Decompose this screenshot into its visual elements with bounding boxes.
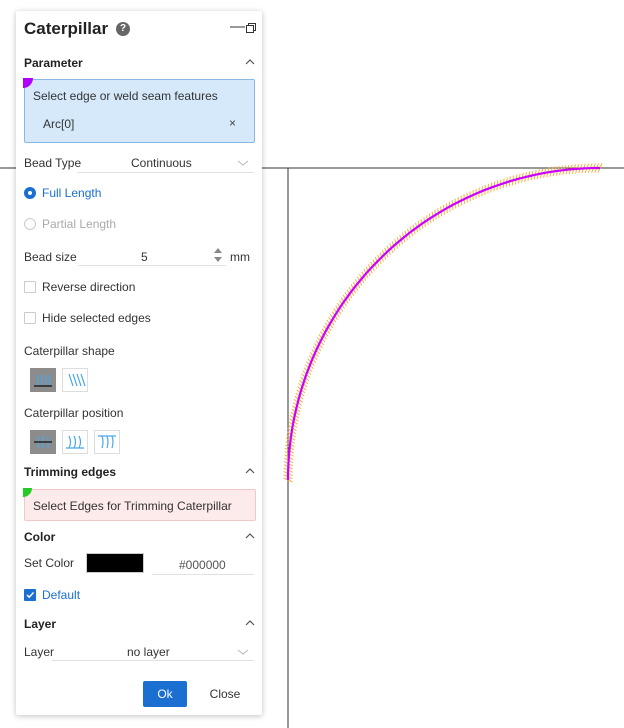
trimming-color-marker [23,488,32,497]
color-section-header[interactable]: Color [24,530,256,548]
parameter-section-title: Parameter [24,56,83,70]
chevron-up-icon[interactable] [244,617,256,629]
restore-window-icon[interactable] [246,23,256,33]
bead-size-unit: mm [230,250,250,264]
bead-type-underline [78,172,254,173]
full-length-radio[interactable] [24,187,36,199]
chevron-up-icon[interactable] [244,56,256,68]
parameter-section-header[interactable]: Parameter [24,56,256,74]
position-left-icon [66,435,84,449]
minimize-icon[interactable]: — [230,18,245,35]
position-left-button[interactable] [62,430,88,454]
ok-button[interactable]: Ok [143,681,187,707]
default-color-label[interactable]: Default [42,588,80,602]
bead-type-label: Bead Type [24,156,82,170]
shape-straight-icon [34,374,52,387]
panel-title: Caterpillar [24,19,109,38]
layer-dropdown[interactable]: no layer [127,645,170,659]
panel-header: Caterpillar ? — [24,17,256,41]
selected-arc-edge[interactable] [286,166,600,480]
reverse-direction-checkbox[interactable] [24,281,36,293]
color-hex-underline [152,574,254,575]
layer-section-title: Layer [24,617,57,631]
shape-slanted-icon [68,373,86,387]
bead-size-label: Bead size [24,250,77,264]
chevron-up-icon[interactable] [244,530,256,542]
reverse-direction-label[interactable]: Reverse direction [42,280,135,294]
layer-underline [52,660,254,661]
partial-length-radio[interactable] [24,218,36,230]
edge-selection-box[interactable]: Select edge or weld seam features Arc[0]… [23,78,255,143]
position-right-icon [98,435,116,449]
selection-color-marker [23,78,33,88]
caterpillar-position-label: Caterpillar position [24,406,124,420]
hide-selected-edges-checkbox[interactable] [24,312,36,324]
shape-straight-button[interactable] [30,368,56,392]
chevron-down-icon[interactable] [237,158,249,168]
shape-slanted-button[interactable] [62,368,88,392]
chevron-down-icon[interactable] [237,647,249,657]
chevron-up-icon[interactable] [244,465,256,477]
caterpillar-shape-label: Caterpillar shape [24,344,115,358]
position-right-button[interactable] [94,430,120,454]
trimming-section-header[interactable]: Trimming edges [24,465,256,483]
bead-size-input[interactable]: 5 [141,250,148,264]
trimming-prompt: Select Edges for Trimming Caterpillar [33,499,232,513]
layer-section-header[interactable]: Layer [24,617,256,635]
full-length-label[interactable]: Full Length [42,186,101,200]
color-hex-input[interactable]: #000000 [179,558,226,572]
position-center-button[interactable] [30,430,56,454]
remove-selection-icon[interactable]: × [229,116,236,130]
close-button[interactable]: Close [203,681,247,707]
default-color-checkbox[interactable] [24,589,36,601]
selected-item[interactable]: Arc[0] [43,117,74,131]
trimming-section-title: Trimming edges [24,465,117,479]
set-color-label: Set Color [24,556,75,570]
layer-label: Layer [24,645,55,659]
hide-selected-edges-label[interactable]: Hide selected edges [42,311,151,325]
bead-size-stepper-icon[interactable] [214,246,222,264]
checkmark-icon [26,591,35,599]
caterpillar-panel: Caterpillar ? — Parameter Select edge or… [16,11,262,715]
trimming-selection-box[interactable]: Select Edges for Trimming Caterpillar [23,488,256,521]
position-center-icon [34,436,52,448]
bead-size-underline [78,265,226,266]
help-icon[interactable]: ? [116,22,130,36]
color-section-title: Color [24,530,56,544]
selection-prompt: Select edge or weld seam features [33,89,218,103]
partial-length-label[interactable]: Partial Length [42,217,116,231]
color-swatch[interactable] [86,553,144,573]
bead-type-dropdown[interactable]: Continuous [131,156,192,170]
